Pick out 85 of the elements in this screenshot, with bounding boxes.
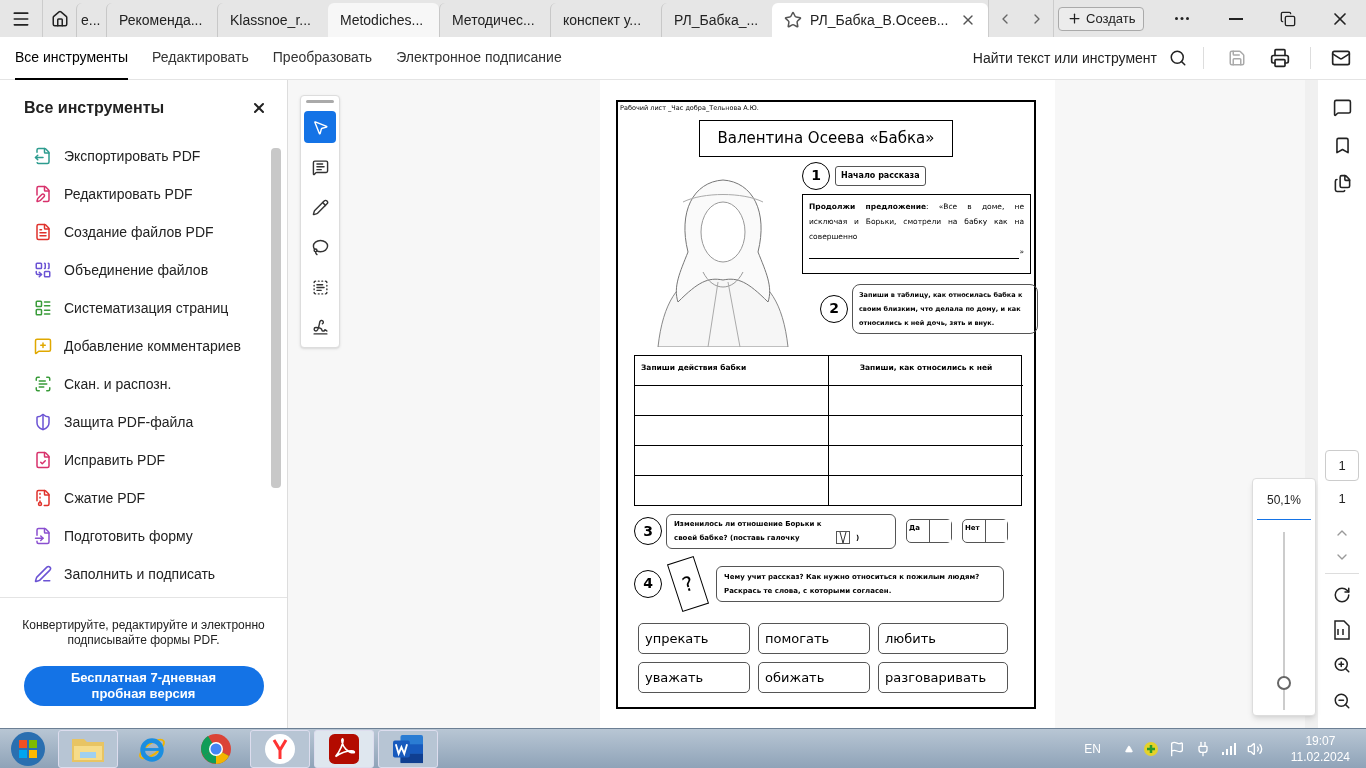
tool-item[interactable]: Подготовить форму xyxy=(0,517,271,555)
minimize-icon xyxy=(1229,17,1243,20)
tab[interactable]: конспект у... xyxy=(550,3,661,37)
word-box: разговаривать xyxy=(878,661,1008,693)
word-box: обижать xyxy=(758,661,870,693)
comment-icon xyxy=(311,158,329,176)
word-icon xyxy=(391,733,425,764)
chrome-icon xyxy=(200,732,232,765)
comment-icon[interactable] xyxy=(1332,98,1352,117)
signature-icon xyxy=(311,318,329,336)
tab[interactable]: Методичес... xyxy=(439,3,550,37)
word-box: любить xyxy=(878,622,1008,654)
panel-title: Все инструменты xyxy=(24,98,165,118)
zoom-in-icon[interactable] xyxy=(1333,655,1351,674)
menu-item[interactable]: Преобразовать xyxy=(272,36,373,80)
title-box: Валентина Осеева «Бабка» xyxy=(699,119,953,157)
tool-icon xyxy=(34,337,52,355)
tool-item[interactable]: Объединение файлов xyxy=(0,251,271,289)
word-box: уважать xyxy=(638,661,750,693)
tool-icon xyxy=(34,261,52,279)
page-number-field[interactable]: 1 xyxy=(1325,450,1359,481)
pages-icon[interactable] xyxy=(1332,174,1352,193)
slider-thumb[interactable] xyxy=(1277,676,1291,691)
zoom-out-icon[interactable] xyxy=(1333,691,1351,710)
tool-icon xyxy=(34,565,52,583)
tool-icon xyxy=(34,299,52,317)
mail-icon[interactable] xyxy=(1331,48,1351,68)
scrollbar[interactable] xyxy=(271,148,281,488)
zoom-field[interactable]: 50,1% xyxy=(1257,491,1311,520)
find-label[interactable]: Найти текст или инструмент xyxy=(972,47,1157,69)
close-icon[interactable] xyxy=(251,100,267,116)
text-select-icon xyxy=(311,278,329,296)
create-button[interactable]: Создать xyxy=(1058,6,1145,31)
tool-icon xyxy=(34,375,52,393)
tool-item[interactable]: Сжатие PDF xyxy=(0,479,271,517)
tool-item[interactable]: Редактировать PDF xyxy=(0,175,271,213)
pencil-icon xyxy=(311,198,329,216)
tab[interactable]: Metodiches... xyxy=(328,3,439,37)
zoom-slider[interactable] xyxy=(1276,532,1292,710)
taskbar-app[interactable] xyxy=(250,729,310,768)
promo-text: Конвертируйте, редактируйте и электронно подписывайте формы PDF. xyxy=(21,618,266,648)
tool-item[interactable]: Заполнить и подписать xyxy=(0,555,271,593)
tool-icon xyxy=(34,451,52,469)
word-box: помогать xyxy=(758,622,870,654)
windows-logo-icon xyxy=(10,730,46,767)
option-checkbox[interactable] xyxy=(929,520,951,543)
option-checkbox[interactable] xyxy=(985,520,1007,543)
menu-item[interactable]: Редактировать xyxy=(152,36,249,80)
story-start-label: Начало рассказа xyxy=(835,165,926,186)
tool-icon xyxy=(34,527,52,545)
taskbar-app[interactable] xyxy=(314,729,374,768)
pointer-icon xyxy=(311,118,329,136)
print-icon[interactable] xyxy=(1270,48,1290,68)
more-icon xyxy=(1175,17,1189,20)
tab[interactable]: РЛ_Бабка_В.Осеев... xyxy=(772,3,988,37)
tool-item[interactable]: Создание файлов PDF xyxy=(0,213,271,251)
yandex-icon xyxy=(264,732,296,765)
tool-icon xyxy=(34,185,52,203)
actual-size-icon[interactable] xyxy=(1333,619,1351,640)
menu-item[interactable]: Электронное подписание xyxy=(396,36,562,80)
trial-button[interactable]: Бесплатная 7-дневная пробная версия xyxy=(23,666,264,706)
home-icon xyxy=(50,9,69,28)
tool-icon xyxy=(34,413,52,431)
tick-sign-icon xyxy=(836,530,850,544)
tool-item[interactable]: Систематизация страниц xyxy=(0,289,271,327)
restore-icon xyxy=(1280,10,1296,27)
lasso-icon xyxy=(311,238,329,256)
search-icon[interactable] xyxy=(1169,49,1187,67)
tool-item[interactable]: Добавление комментариев xyxy=(0,327,271,365)
tool-icon xyxy=(34,223,52,241)
word-box: упрекать xyxy=(638,622,750,654)
tab[interactable]: Рекоменда... xyxy=(106,3,217,37)
tool-item[interactable]: Скан. и распозн. xyxy=(0,365,271,403)
tool-item[interactable]: Защита PDF-файла xyxy=(0,403,271,441)
page-total: 1 xyxy=(1338,490,1346,508)
rotate-icon[interactable] xyxy=(1333,585,1351,604)
tool-item[interactable]: Исправить PDF xyxy=(0,441,271,479)
star-icon xyxy=(784,11,802,29)
taskbar-app[interactable] xyxy=(378,729,438,768)
plus-icon xyxy=(1067,11,1082,26)
tool-item[interactable]: Экспортировать PDF xyxy=(0,137,271,175)
tool-icon xyxy=(34,489,52,507)
tool-icon xyxy=(34,147,52,165)
tab[interactable]: е... xyxy=(76,3,106,37)
acrobat-icon xyxy=(329,733,359,764)
